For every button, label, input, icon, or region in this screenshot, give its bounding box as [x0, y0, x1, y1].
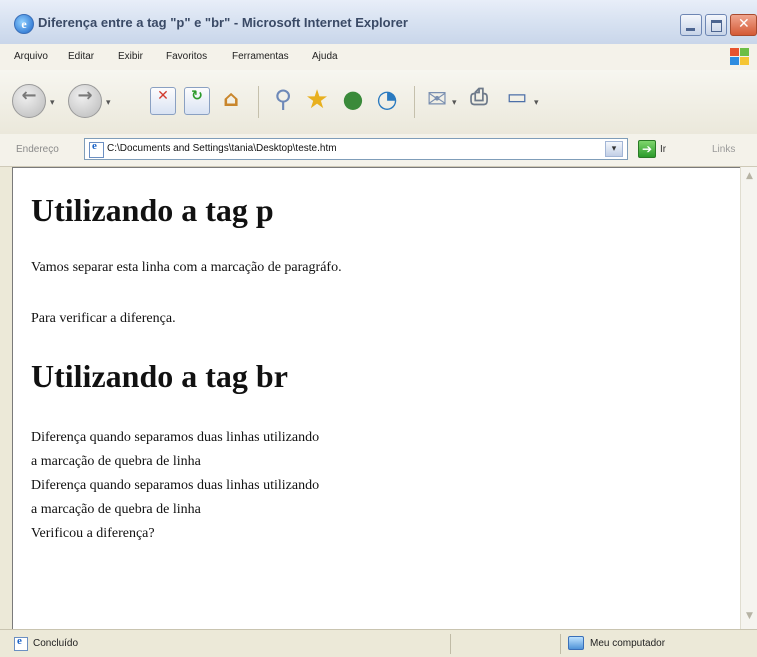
- stop-icon[interactable]: ✕: [150, 87, 176, 115]
- computer-zone-icon: [568, 636, 584, 650]
- search-icon[interactable]: ⚲: [270, 85, 296, 113]
- page-done-icon: [14, 635, 28, 651]
- address-bar: Endereço C:\Documents and Settings\tania…: [0, 134, 757, 167]
- vertical-scrollbar[interactable]: ▲ ▼: [740, 167, 757, 629]
- security-zone-text: Meu computador: [590, 638, 666, 649]
- mail-dropdown-icon[interactable]: ▾: [452, 98, 457, 108]
- maximize-button[interactable]: [705, 14, 727, 36]
- menu-editar[interactable]: Editar: [68, 51, 94, 62]
- window-title: Diferença entre a tag "p" e "br" - Micro…: [38, 15, 408, 30]
- heading-tag-br: Utilizando a tag br: [31, 358, 288, 394]
- page-icon: [89, 140, 104, 158]
- address-input[interactable]: C:\Documents and Settings\tania\Desktop\…: [84, 138, 628, 160]
- go-label[interactable]: Ir: [660, 144, 666, 155]
- back-icon[interactable]: ←: [12, 84, 46, 118]
- menu-ferramentas[interactable]: Ferramentas: [232, 51, 289, 62]
- title-bar[interactable]: e Diferença entre a tag "p" e "br" - Mic…: [0, 0, 757, 45]
- forward-dropdown-icon[interactable]: ▾: [106, 98, 111, 108]
- status-divider: [450, 634, 451, 654]
- mail-icon[interactable]: ✉: [424, 85, 450, 113]
- edit-dropdown-icon[interactable]: ▾: [534, 98, 539, 108]
- refresh-icon[interactable]: ↻: [184, 87, 210, 115]
- paragraph-1: Vamos separar esta linha com a marcação …: [31, 260, 342, 275]
- status-divider: [560, 634, 561, 654]
- menu-exibir[interactable]: Exibir: [118, 51, 143, 62]
- address-value: C:\Documents and Settings\tania\Desktop\…: [107, 143, 337, 154]
- scroll-up-icon[interactable]: ▲: [744, 171, 755, 182]
- line-2: a marcação de quebra de linha: [31, 454, 201, 469]
- address-label: Endereço: [16, 144, 59, 155]
- status-text: Concluído: [33, 638, 79, 649]
- line-5: Verificou a diferença?: [31, 526, 155, 541]
- scroll-down-icon[interactable]: ▼: [744, 611, 755, 622]
- toolbar-separator: [414, 86, 415, 118]
- menu-favoritos[interactable]: Favoritos: [166, 51, 207, 62]
- menu-arquivo[interactable]: Arquivo: [14, 51, 48, 62]
- print-icon[interactable]: ⎙: [466, 85, 492, 113]
- status-bar: Concluído Meu computador: [0, 629, 757, 657]
- back-dropdown-icon[interactable]: ▾: [50, 98, 55, 108]
- favorites-star-icon[interactable]: ★: [304, 85, 330, 115]
- menu-bar: Arquivo Editar Exibir Favoritos Ferramen…: [0, 44, 757, 71]
- page-content: Utilizando a tag p Vamos separar esta li…: [12, 167, 741, 630]
- menu-ajuda[interactable]: Ajuda: [312, 51, 338, 62]
- line-4: a marcação de quebra de linha: [31, 502, 201, 517]
- links-label[interactable]: Links: [712, 144, 735, 155]
- internet-explorer-icon: e: [14, 14, 34, 34]
- line-3: Diferença quando separamos duas linhas u…: [31, 478, 320, 493]
- heading-tag-p: Utilizando a tag p: [31, 192, 274, 228]
- address-dropdown-icon[interactable]: ▾: [605, 141, 623, 157]
- go-button[interactable]: ➔: [638, 140, 656, 158]
- browser-window: e Diferença entre a tag "p" e "br" - Mic…: [0, 0, 757, 657]
- toolbar-separator: [258, 86, 259, 118]
- close-button[interactable]: [730, 14, 757, 36]
- forward-icon[interactable]: →: [68, 84, 102, 118]
- paragraph-2: Para verificar a diferença.: [31, 311, 176, 326]
- minimize-button[interactable]: [680, 14, 702, 36]
- standard-toolbar: ← ▾ → ▾ ✕ ↻ ⌂ ⚲ ★ ● ◔ ✉ ▾ ⎙ ▭ ▾: [0, 70, 757, 135]
- line-1: Diferença quando separamos duas linhas u…: [31, 430, 320, 445]
- media-icon[interactable]: ●: [340, 85, 366, 113]
- home-icon[interactable]: ⌂: [218, 87, 244, 115]
- edit-icon[interactable]: ▭: [504, 85, 530, 113]
- windows-logo-icon: [730, 48, 750, 66]
- history-icon[interactable]: ◔: [374, 85, 400, 113]
